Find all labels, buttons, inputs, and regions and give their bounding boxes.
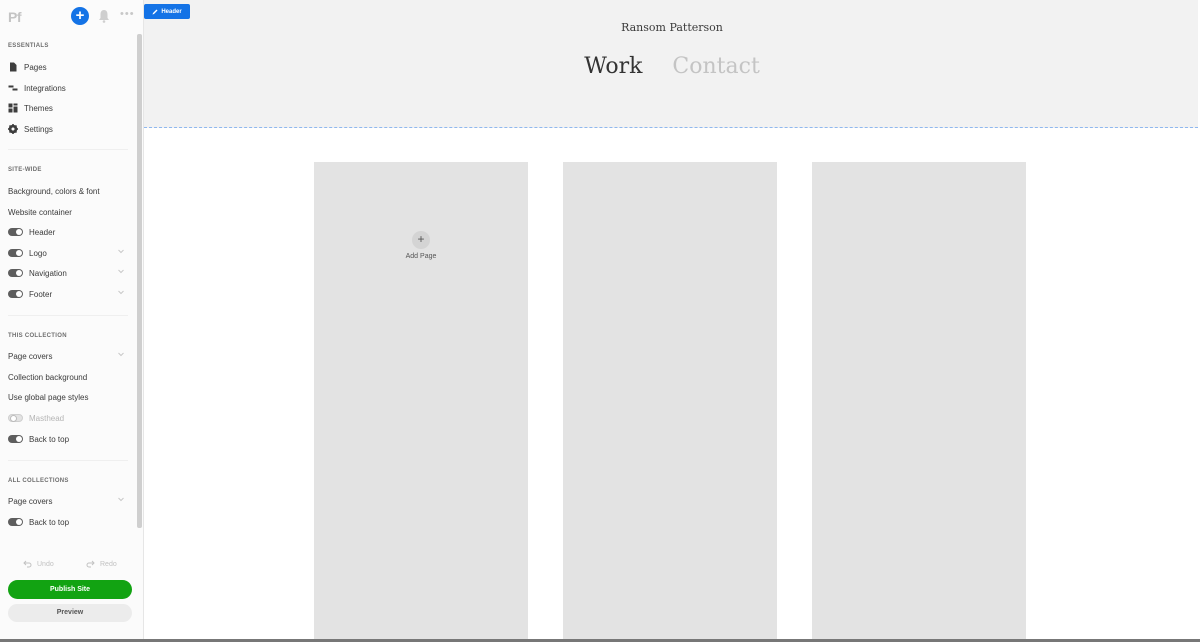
sidebar: Pf + ••• Essentials Pages Integrations T… — [0, 0, 144, 642]
sidebar-item-logo[interactable]: Logo — [8, 245, 128, 261]
sidebar-item-label: Page covers — [8, 496, 53, 506]
sidebar-item-label: Themes — [24, 103, 53, 113]
themes-icon — [8, 103, 18, 113]
sidebar-scrollbar[interactable] — [137, 34, 142, 528]
section-title-this-collection: This collection — [8, 333, 67, 339]
sidebar-item-pages[interactable]: Pages — [8, 59, 128, 75]
integrations-icon — [8, 83, 18, 93]
site-header[interactable]: Ransom Patterson Work Contact — [144, 0, 1198, 128]
sidebar-item-integrations[interactable]: Integrations — [8, 80, 128, 96]
back-to-top-toggle[interactable] — [8, 435, 23, 443]
chevron-down-icon[interactable] — [118, 268, 124, 274]
sidebar-item-all-back-to-top[interactable]: Back to top — [8, 514, 128, 530]
sidebar-item-label: Page covers — [8, 351, 53, 361]
sidebar-topbar: Pf + ••• — [0, 0, 144, 32]
page-cover-placeholder — [812, 162, 1026, 642]
sidebar-item-label: Back to top — [29, 434, 70, 444]
divider — [8, 149, 128, 150]
sidebar-item-label: Navigation — [29, 268, 67, 278]
undo-icon — [23, 560, 32, 568]
sidebar-item-use-global-page-styles[interactable]: Use global page styles — [8, 389, 128, 405]
gear-icon — [8, 124, 18, 134]
sidebar-item-label: Integrations — [24, 83, 66, 93]
page-cover-placeholder — [563, 162, 777, 642]
editor-canvas: Ransom Patterson Work Contact Header + A… — [144, 0, 1200, 642]
portfolio-logo[interactable]: Pf — [8, 9, 22, 25]
sidebar-item-label: Pages — [24, 62, 47, 72]
add-button[interactable]: + — [71, 7, 89, 25]
header-toggle[interactable] — [8, 228, 23, 236]
preview-button[interactable]: Preview — [8, 604, 132, 622]
chevron-down-icon[interactable] — [118, 496, 124, 502]
sidebar-item-label: Use global page styles — [8, 392, 89, 402]
chevron-down-icon[interactable] — [118, 289, 124, 295]
sidebar-item-all-page-covers[interactable]: Page covers — [8, 493, 128, 509]
nav-link-contact[interactable]: Contact — [672, 54, 759, 79]
all-back-to-top-toggle[interactable] — [8, 518, 23, 526]
sidebar-item-back-to-top[interactable]: Back to top — [8, 431, 128, 447]
sidebar-item-navigation[interactable]: Navigation — [8, 265, 128, 281]
footer-toggle[interactable] — [8, 290, 23, 298]
more-icon[interactable]: ••• — [120, 8, 135, 20]
sidebar-item-header[interactable]: Header — [8, 224, 128, 240]
section-title-all-collections: All collections — [8, 478, 69, 484]
sidebar-item-label: Collection background — [8, 372, 88, 382]
masthead-toggle[interactable] — [8, 414, 23, 422]
add-page-button[interactable]: + Add Page — [314, 231, 528, 260]
sidebar-item-label: Footer — [29, 289, 53, 299]
sidebar-item-label: Logo — [29, 248, 47, 258]
undo-button[interactable]: Undo — [23, 560, 54, 568]
chevron-down-icon[interactable] — [118, 248, 124, 254]
redo-button[interactable]: Redo — [86, 560, 117, 568]
site-navigation: Work Contact — [144, 54, 1200, 79]
undo-label: Undo — [37, 560, 54, 568]
add-page-label: Add Page — [405, 253, 437, 260]
redo-label: Redo — [100, 560, 117, 568]
header-tag-label: Header — [161, 8, 182, 15]
section-title-essentials: Essentials — [8, 43, 49, 49]
site-title[interactable]: Ransom Patterson — [144, 21, 1200, 34]
nav-link-work[interactable]: Work — [584, 54, 642, 79]
sidebar-item-website-container[interactable]: Website container — [8, 204, 128, 220]
publish-site-button[interactable]: Publish Site — [8, 580, 132, 599]
sidebar-item-collection-background[interactable]: Collection background — [8, 369, 128, 385]
sidebar-item-masthead[interactable]: Masthead — [8, 410, 128, 426]
navigation-toggle[interactable] — [8, 269, 23, 277]
sidebar-item-page-covers[interactable]: Page covers — [8, 348, 128, 364]
sidebar-item-label: Header — [29, 227, 56, 237]
sidebar-item-settings[interactable]: Settings — [8, 121, 128, 137]
sidebar-item-themes[interactable]: Themes — [8, 100, 128, 116]
plus-icon: + — [412, 231, 430, 249]
page-cover-placeholder[interactable]: + Add Page — [314, 162, 528, 642]
sidebar-item-label: Website container — [8, 207, 72, 217]
sidebar-item-label: Settings — [24, 124, 53, 134]
redo-icon — [86, 560, 95, 568]
section-title-site-wide: Site-wide — [8, 167, 42, 173]
sidebar-item-background-colors-font[interactable]: Background, colors & font — [8, 183, 128, 199]
pencil-icon — [152, 9, 158, 14]
divider — [8, 315, 128, 316]
chevron-down-icon[interactable] — [118, 351, 124, 357]
bell-icon[interactable] — [98, 9, 110, 23]
sidebar-item-footer[interactable]: Footer — [8, 286, 128, 302]
logo-toggle[interactable] — [8, 249, 23, 257]
page-icon — [8, 62, 18, 72]
header-edit-tag[interactable]: Header — [144, 4, 190, 19]
divider — [8, 460, 128, 461]
sidebar-item-label: Back to top — [29, 517, 70, 527]
sidebar-item-label: Masthead — [29, 413, 65, 423]
sidebar-item-label: Background, colors & font — [8, 186, 100, 196]
